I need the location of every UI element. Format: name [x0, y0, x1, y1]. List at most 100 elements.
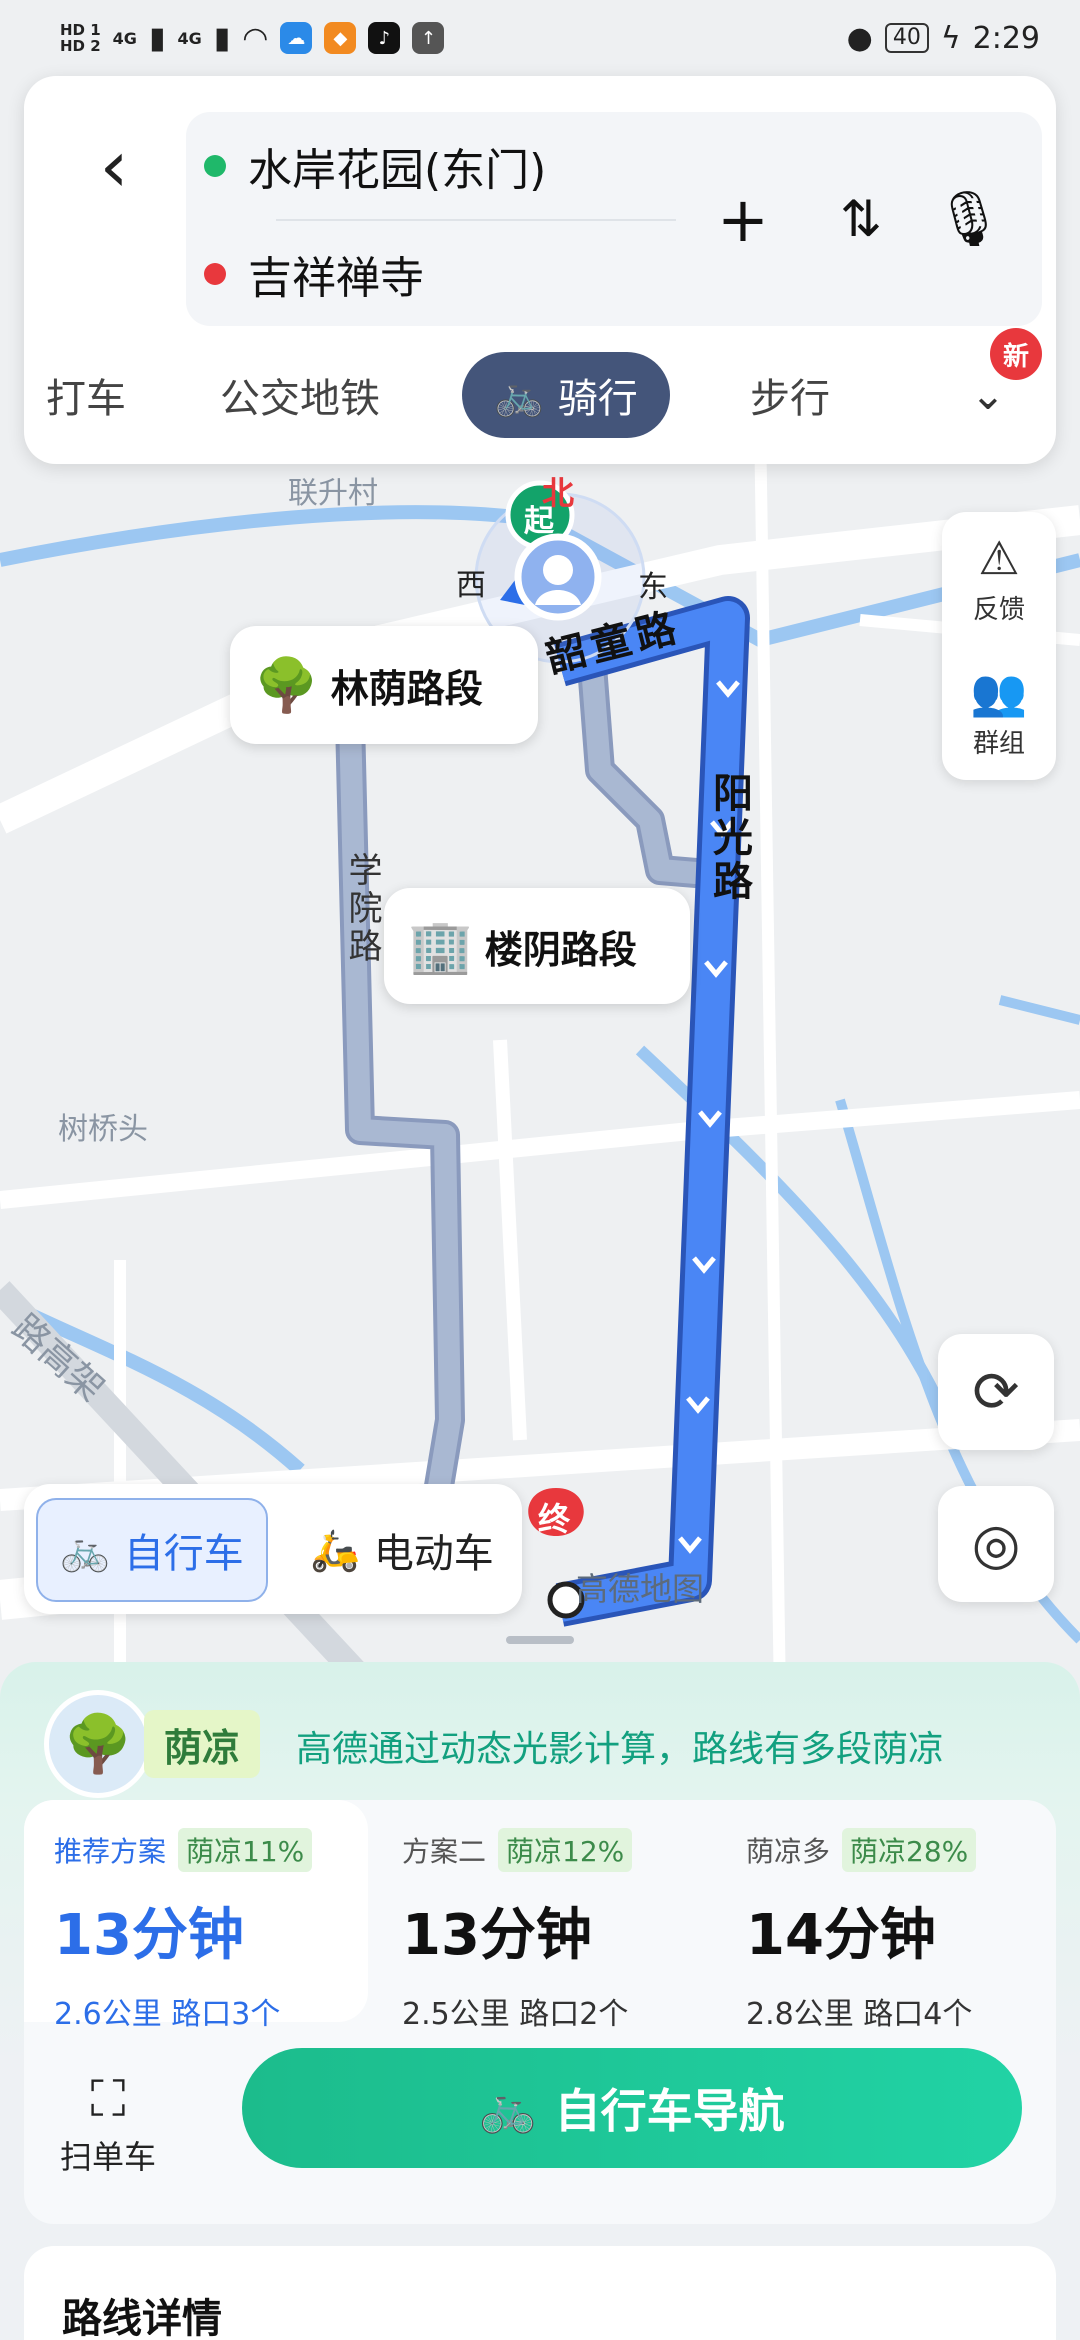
option-label: 自行车	[123, 1531, 244, 1577]
bicycle-icon: 🚲	[494, 372, 544, 419]
refresh-route-button[interactable]: ⟳	[938, 1334, 1054, 1450]
plan-duration: 13分钟	[54, 1903, 244, 1968]
road-label: 学院路	[342, 852, 382, 966]
clock: 2:29	[972, 20, 1040, 56]
scooter-icon: 🛵	[310, 1527, 360, 1574]
shade-banner[interactable]: 🌳 荫凉 高德通过动态光影计算，路线有多段荫凉	[44, 1690, 1044, 1800]
compass-west: 西	[456, 568, 486, 603]
start-marker: 起	[524, 504, 554, 539]
group-label: 群组	[972, 728, 1025, 759]
ebike-option[interactable]: 🛵 电动车	[288, 1498, 516, 1602]
plan-shade-percent: 荫凉28%	[842, 1828, 977, 1872]
feedback-button[interactable]: ⚠ 反馈	[942, 512, 1056, 646]
sim2-label: HD 2	[60, 37, 101, 55]
swap-route-button[interactable]: ⇅	[816, 174, 906, 264]
shade-description: 高德通过动态光影计算，路线有多段荫凉	[296, 1729, 945, 1770]
sim-indicator: HD 1 HD 2	[60, 22, 101, 54]
tab-walk[interactable]: 步行	[750, 352, 830, 438]
start-navigation-button[interactable]: 🚲 自行车导航	[242, 2048, 1022, 2168]
network-type: 4G	[177, 28, 202, 48]
upload-icon: ↑	[412, 22, 445, 54]
scan-label: 扫单车	[59, 2138, 156, 2176]
tab-ride[interactable]: 🚲 骑行	[462, 352, 670, 438]
voice-input-button[interactable]: 🎙	[924, 174, 1014, 264]
microphone-icon: 🎙	[934, 187, 1004, 250]
start-dot-icon	[204, 155, 226, 177]
divider	[276, 219, 676, 221]
plan-shade-percent: 荫凉11%	[178, 1828, 313, 1872]
swap-icon: ⇅	[840, 190, 882, 248]
tab-taxi[interactable]: 打车	[46, 352, 126, 438]
cloud-app-icon: ☁	[280, 22, 313, 54]
building-shade-bubble[interactable]: 🏢 楼阴路段	[384, 888, 690, 1004]
wifi-icon: ◠	[242, 20, 269, 56]
group-icon: 👥	[970, 664, 1028, 719]
bicycle-option[interactable]: 🚲 自行车	[36, 1498, 268, 1602]
bicycle-icon: 🚲	[60, 1527, 110, 1574]
plan-name: 方案二	[402, 1835, 487, 1868]
map-side-panel: ⚠ 反馈 👥 群组	[942, 512, 1056, 780]
crosshair-icon: ◎	[971, 1511, 1021, 1577]
plan-distance: 2.6公里 路口3个	[54, 1997, 281, 2032]
charging-icon: ϟ	[940, 20, 961, 56]
status-bar: HD 1 HD 2 4G ▮ 4G ▮ ◠ ☁ ◆ ♪ ↑ ● 40 ϟ 2:2…	[0, 0, 1080, 76]
feedback-icon: ⚠	[978, 530, 1020, 585]
refresh-icon: ⟳	[972, 1359, 1020, 1425]
option-label: 电动车	[373, 1531, 494, 1577]
tree-icon: 🌳	[63, 1712, 133, 1777]
add-waypoint-button[interactable]: +	[698, 174, 788, 264]
sheet-drag-handle[interactable]	[506, 1636, 574, 1644]
plan-distance: 2.8公里 路口4个	[746, 1997, 973, 2032]
route-inputs: 水岸花园(东门) 吉祥禅寺 + ⇅ 🎙	[186, 112, 1042, 326]
end-field[interactable]: 吉祥禅寺	[204, 242, 424, 306]
location-icon: ●	[846, 20, 873, 56]
end-dot-icon	[204, 263, 226, 285]
shade-tag: 荫凉	[144, 1710, 261, 1778]
vehicle-toggle: 🚲 自行车 🛵 电动车	[24, 1484, 522, 1614]
plus-icon: +	[717, 182, 769, 256]
plan-distance: 2.5公里 路口2个	[402, 1997, 629, 2032]
route-plan-option[interactable]: 方案二 荫凉12% 13分钟 2.5公里 路口2个	[368, 1800, 712, 2032]
end-marker: 终	[538, 1500, 571, 1538]
battery-level: 40	[884, 23, 929, 53]
start-field[interactable]: 水岸花园(东门)	[204, 134, 546, 198]
route-details-card[interactable]: 路线详情	[24, 2246, 1056, 2340]
signal-icon: ▮	[213, 20, 231, 56]
section-title: 路线详情	[62, 2296, 222, 2340]
scan-bike-button[interactable]: ⛶ 扫单车	[48, 2066, 168, 2186]
route-bottom-sheet: 🌳 荫凉 高德通过动态光影计算，路线有多段荫凉 推荐方案 荫凉11% 13分钟 …	[0, 1662, 1080, 2340]
scan-icon: ⛶	[90, 2070, 126, 2128]
route-plan-option[interactable]: 推荐方案 荫凉11% 13分钟 2.6公里 路口3个	[24, 1800, 368, 2032]
map-watermark: 高德地图	[576, 1570, 705, 1608]
place-label: 联升村	[288, 476, 378, 511]
group-button[interactable]: 👥 群组	[942, 646, 1056, 780]
feedback-label: 反馈	[972, 594, 1025, 625]
start-location: 水岸花园(东门)	[248, 145, 547, 196]
plan-name: 荫凉多	[746, 1835, 831, 1868]
end-location: 吉祥禅寺	[248, 253, 424, 304]
shade-avatar: 🌳	[44, 1690, 152, 1798]
road-label: 阳光路	[706, 772, 752, 904]
shade-segment-bubble[interactable]: 🌳 林荫路段	[230, 626, 538, 744]
sim1-label: HD 1	[60, 21, 101, 39]
game-app-icon: ◆	[324, 22, 357, 54]
plan-duration: 14分钟	[746, 1903, 936, 1968]
building-icon: 🏢	[408, 916, 473, 977]
bubble-label: 楼阴路段	[484, 927, 637, 972]
travel-mode-tabs: 打车 公交地铁 🚲 骑行 步行 ⌄ 新	[24, 328, 1056, 438]
route-search-card: ‹ 水岸花园(东门) 吉祥禅寺 + ⇅ 🎙 打车 公交地铁 🚲 骑行 步行 ⌄	[24, 76, 1056, 464]
signal-icon: ▮	[148, 20, 166, 56]
bubble-label: 林荫路段	[330, 666, 483, 711]
chevron-left-icon: ‹	[99, 124, 129, 208]
new-badge: 新	[990, 328, 1042, 380]
plan-shade-percent: 荫凉12%	[498, 1828, 633, 1872]
back-button[interactable]: ‹	[64, 116, 164, 216]
route-plan-option[interactable]: 荫凉多 荫凉28% 14分钟 2.8公里 路口4个	[712, 1800, 1056, 2032]
tab-transit[interactable]: 公交地铁	[220, 352, 380, 438]
plan-duration: 13分钟	[402, 1903, 592, 1968]
network-type: 4G	[112, 28, 137, 48]
tiktok-app-icon: ♪	[368, 22, 401, 54]
bicycle-icon: 🚲	[479, 2080, 537, 2135]
route-plans: 推荐方案 荫凉11% 13分钟 2.6公里 路口3个 方案二 荫凉12% 13分…	[24, 1800, 1056, 2224]
locate-me-button[interactable]: ◎	[938, 1486, 1054, 1602]
